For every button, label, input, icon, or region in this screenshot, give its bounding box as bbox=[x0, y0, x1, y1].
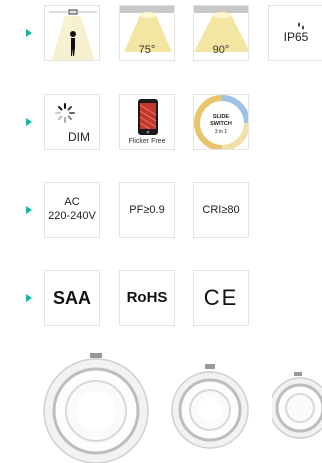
tile-motion-sensor bbox=[44, 5, 100, 61]
tile-rohs: RoHS bbox=[119, 270, 175, 326]
row-bullet-1 bbox=[26, 29, 32, 37]
beam-90-label: 90° bbox=[212, 44, 230, 56]
cri-label: CRI≥80 bbox=[202, 204, 240, 216]
voltage-line-1: AC bbox=[64, 196, 80, 208]
tile-flicker-free: Flicker Free bbox=[119, 94, 175, 150]
tile-saa: SAA bbox=[44, 270, 100, 326]
ip65-label: IP65 bbox=[283, 30, 309, 44]
voltage-line-2: 220-240V bbox=[48, 210, 96, 222]
slide-switch-label: SLIDE SWITCH bbox=[210, 114, 232, 127]
row-bullet-2 bbox=[26, 118, 32, 126]
downlight-small-image bbox=[272, 372, 322, 439]
tile-dim: DIM bbox=[44, 94, 100, 150]
tile-cri: CRI≥80 bbox=[193, 182, 249, 238]
row-bullet-4 bbox=[26, 294, 32, 302]
slide-switch-sub: 3 in 1 bbox=[214, 129, 228, 135]
ce-mark: CE bbox=[203, 285, 239, 310]
tile-slide-switch: SLIDE SWITCH 3 in 1 bbox=[193, 94, 249, 150]
downlight-large-image bbox=[43, 353, 149, 463]
rohs-mark: RoHS bbox=[126, 289, 168, 306]
power-factor-label: PF≥0.9 bbox=[129, 204, 165, 216]
saa-mark: SAA bbox=[52, 288, 91, 308]
motion-sensor-icon bbox=[49, 9, 97, 60]
tile-ce: CE bbox=[193, 270, 249, 326]
downlight-medium-image bbox=[171, 364, 249, 449]
tile-ip65: IP65 bbox=[268, 5, 322, 61]
tile-beam-75: 75° bbox=[119, 5, 175, 61]
beam-75-label: 75° bbox=[138, 44, 156, 56]
tile-power-factor: PF≥0.9 bbox=[119, 182, 175, 238]
tile-beam-90: 90° bbox=[193, 5, 249, 61]
tile-voltage: AC 220-240V bbox=[44, 182, 100, 238]
flicker-free-label: Flicker Free bbox=[128, 138, 166, 145]
row-bullet-3 bbox=[26, 206, 32, 214]
dim-label: DIM bbox=[68, 130, 90, 144]
